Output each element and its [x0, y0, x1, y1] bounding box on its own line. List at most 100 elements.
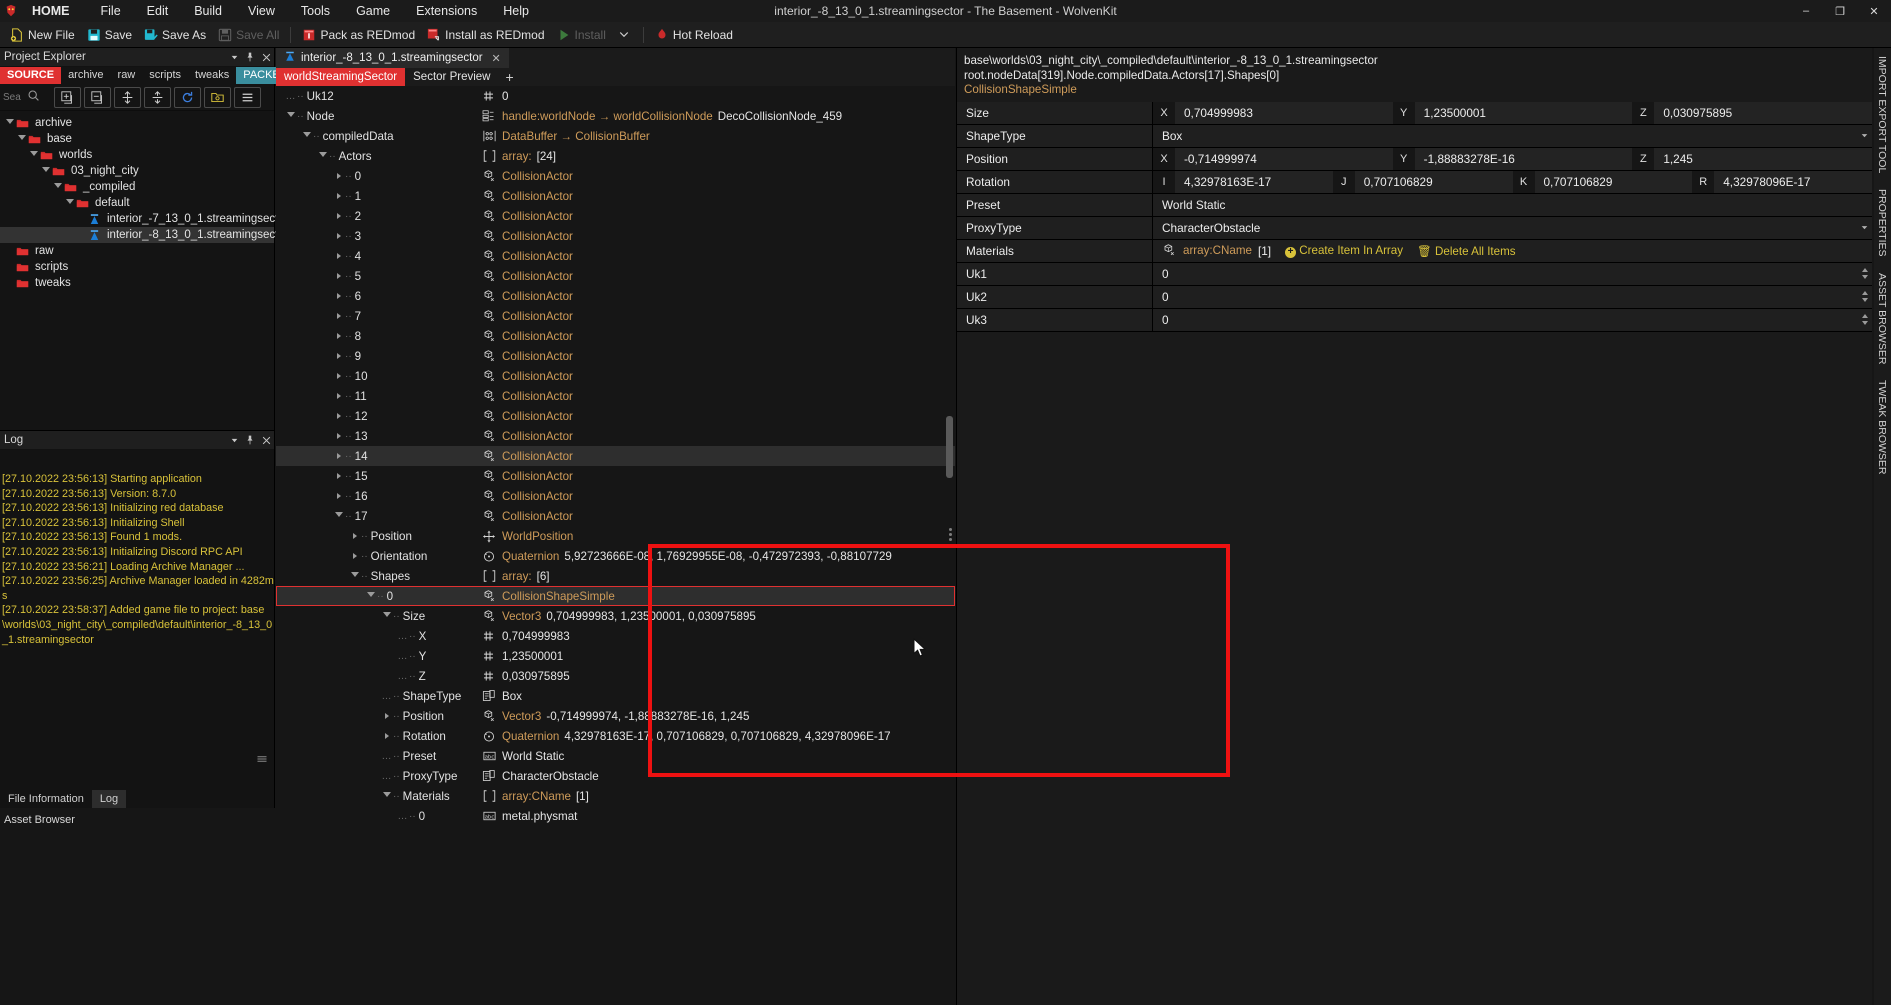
chevron-down-icon[interactable]: [1856, 125, 1872, 147]
field-rotation-k[interactable]: 0,707106829: [1534, 170, 1693, 193]
field-size-y[interactable]: 1,23500001: [1414, 101, 1633, 124]
chevron-right-icon[interactable]: [332, 473, 345, 479]
chevron-down-icon[interactable]: [226, 432, 242, 448]
refresh-button[interactable]: [174, 86, 201, 108]
node-tree-row[interactable]: … ·· Preset abc World Static: [276, 746, 955, 766]
stepper-buttons[interactable]: [1858, 308, 1872, 331]
node-tree-row[interactable]: ·· 0 CollisionActor: [276, 166, 955, 186]
chevron-down-icon[interactable]: [40, 165, 52, 177]
node-tree-row[interactable]: ·· 11 CollisionActor: [276, 386, 955, 406]
node-tree-row[interactable]: ·· 9 CollisionActor: [276, 346, 955, 366]
node-tree-row[interactable]: ·· 8 CollisionActor: [276, 326, 955, 346]
project-tree-item[interactable]: tweaks: [0, 275, 274, 291]
open-folder-button[interactable]: [204, 86, 231, 108]
chevron-right-icon[interactable]: [332, 433, 345, 439]
tab-tweaks[interactable]: tweaks: [188, 67, 236, 84]
node-tree-row[interactable]: ·· 3 CollisionActor: [276, 226, 955, 246]
project-tree-item[interactable]: default: [0, 195, 274, 211]
chevron-down-icon[interactable]: [28, 149, 40, 161]
tab-file-information[interactable]: File Information: [0, 790, 92, 808]
tree-vertical-scrollbar[interactable]: [946, 86, 953, 1005]
rail-tab-asset-browser[interactable]: ASSET BROWSER: [1874, 265, 1890, 372]
chevron-down-icon[interactable]: [1856, 217, 1872, 239]
node-tree-row[interactable]: … ·· X 0,704999983: [276, 626, 955, 646]
pin-icon[interactable]: [242, 432, 258, 448]
node-tree-row[interactable]: ·· Orientation Quaternion 5,92723666E-08, 1…: [276, 546, 955, 566]
project-tree-item[interactable]: raw: [0, 243, 274, 259]
node-tree-row[interactable]: ·· Shapes array: [6]: [276, 566, 955, 586]
project-tree-item[interactable]: interior_-7_13_0_1.streamingsector: [0, 211, 289, 227]
node-tree-row[interactable]: … ·· Uk12 0: [276, 86, 955, 106]
tab-raw[interactable]: raw: [111, 67, 143, 84]
project-tree-item[interactable]: interior_-8_13_0_1.streamingsector: [0, 227, 289, 243]
field-position-z[interactable]: 1,245: [1654, 147, 1873, 170]
combo-shapetype[interactable]: Box: [1153, 124, 1856, 147]
node-tree-row[interactable]: ·· Node handle:worldNode → worldCollisionN…: [276, 106, 955, 126]
expand-selected-button[interactable]: [114, 86, 141, 108]
node-tree-row[interactable]: ·· 17 CollisionActor: [276, 506, 955, 526]
chevron-right-icon[interactable]: [380, 713, 393, 719]
add-tab-button[interactable]: +: [498, 69, 520, 86]
node-tree-view[interactable]: … ·· Uk12 0 ·· Node handle:worldNode → worldCo…: [276, 86, 955, 1005]
save-button[interactable]: Save: [81, 24, 138, 46]
menu-extensions[interactable]: Extensions: [403, 0, 490, 22]
number-uk2[interactable]: 0: [1153, 285, 1858, 308]
delete-all-items-button[interactable]: 🗑 Delete All Items: [1417, 244, 1516, 258]
node-tree-row[interactable]: ·· compiledData DataBuffer → CollisionBuff…: [276, 126, 955, 146]
combo-proxytype[interactable]: CharacterObstacle: [1153, 216, 1856, 239]
node-tree-row[interactable]: … ·· Y 1,23500001: [276, 646, 955, 666]
project-tree-item[interactable]: scripts: [0, 259, 274, 275]
node-tree-row[interactable]: ·· Rotation Quaternion 4,32978163E-17, 0,70…: [276, 726, 955, 746]
field-position-x[interactable]: -0,714999974: [1175, 147, 1393, 170]
node-tree-row[interactable]: ·· 14 CollisionActor: [276, 446, 955, 466]
splitter-grip[interactable]: [949, 526, 954, 542]
chevron-down-icon[interactable]: [284, 112, 297, 120]
menu-file[interactable]: File: [88, 0, 134, 22]
field-rotation-i[interactable]: 4,32978163E-17: [1175, 170, 1333, 193]
project-tree-item[interactable]: 03_night_city: [0, 163, 274, 179]
chevron-right-icon[interactable]: [332, 293, 345, 299]
chevron-right-icon[interactable]: [332, 413, 345, 419]
node-tree-row[interactable]: ·· 16 CollisionActor: [276, 486, 955, 506]
node-tree-row[interactable]: ·· Position WorldPosition: [276, 526, 955, 546]
install-as-redmod-button[interactable]: Install as REDmod: [421, 24, 550, 46]
create-item-in-array-button[interactable]: + Create Item In Array: [1285, 244, 1403, 258]
project-tree-item[interactable]: archive: [0, 115, 274, 131]
hot-reload-button[interactable]: Hot Reload: [649, 24, 739, 46]
tab-log[interactable]: Log: [91, 790, 127, 808]
stepper-buttons[interactable]: [1858, 262, 1872, 285]
install-button[interactable]: Install: [551, 24, 612, 46]
node-tree-row[interactable]: … ·· ShapeType Box: [276, 686, 955, 706]
text-preset[interactable]: World Static: [1153, 193, 1872, 216]
menu-help[interactable]: Help: [490, 0, 542, 22]
chevron-right-icon[interactable]: [332, 393, 345, 399]
node-tree-row[interactable]: ·· 1 CollisionActor: [276, 186, 955, 206]
node-tree-row[interactable]: … ·· 0 abc metal.physmat: [276, 806, 955, 826]
chevron-down-icon[interactable]: [332, 512, 345, 520]
chevron-down-icon[interactable]: [348, 572, 361, 580]
node-tree-row[interactable]: ·· 12 CollisionActor: [276, 406, 955, 426]
install-dropdown-button[interactable]: [612, 24, 638, 46]
tab-scripts[interactable]: scripts: [142, 67, 188, 84]
field-size-z[interactable]: 0,030975895: [1654, 101, 1873, 124]
tab-worldstreamingsector[interactable]: worldStreamingSector: [276, 68, 406, 86]
chevron-right-icon[interactable]: [332, 233, 345, 239]
chevron-down-icon[interactable]: [64, 197, 76, 209]
node-tree-row[interactable]: ·· 2 CollisionActor: [276, 206, 955, 226]
chevron-right-icon[interactable]: [332, 273, 345, 279]
chevron-right-icon[interactable]: [332, 373, 345, 379]
tab-source[interactable]: SOURCE: [0, 67, 62, 84]
node-tree-row[interactable]: ·· Actors array: [24]: [276, 146, 955, 166]
chevron-right-icon[interactable]: [380, 733, 393, 739]
tab-sector-preview[interactable]: Sector Preview: [405, 68, 498, 86]
search-icon[interactable]: [27, 89, 40, 105]
chevron-down-icon[interactable]: [364, 592, 377, 600]
chevron-right-icon[interactable]: [348, 533, 361, 539]
stepper-buttons[interactable]: [1858, 285, 1872, 308]
chevron-right-icon[interactable]: [332, 213, 345, 219]
chevron-down-icon[interactable]: [300, 132, 313, 140]
menu-tools[interactable]: Tools: [288, 0, 343, 22]
chevron-right-icon[interactable]: [332, 493, 345, 499]
node-tree-row[interactable]: ·· Position Vector3 -0,714999974, -1,888832…: [276, 706, 955, 726]
chevron-right-icon[interactable]: [332, 453, 345, 459]
